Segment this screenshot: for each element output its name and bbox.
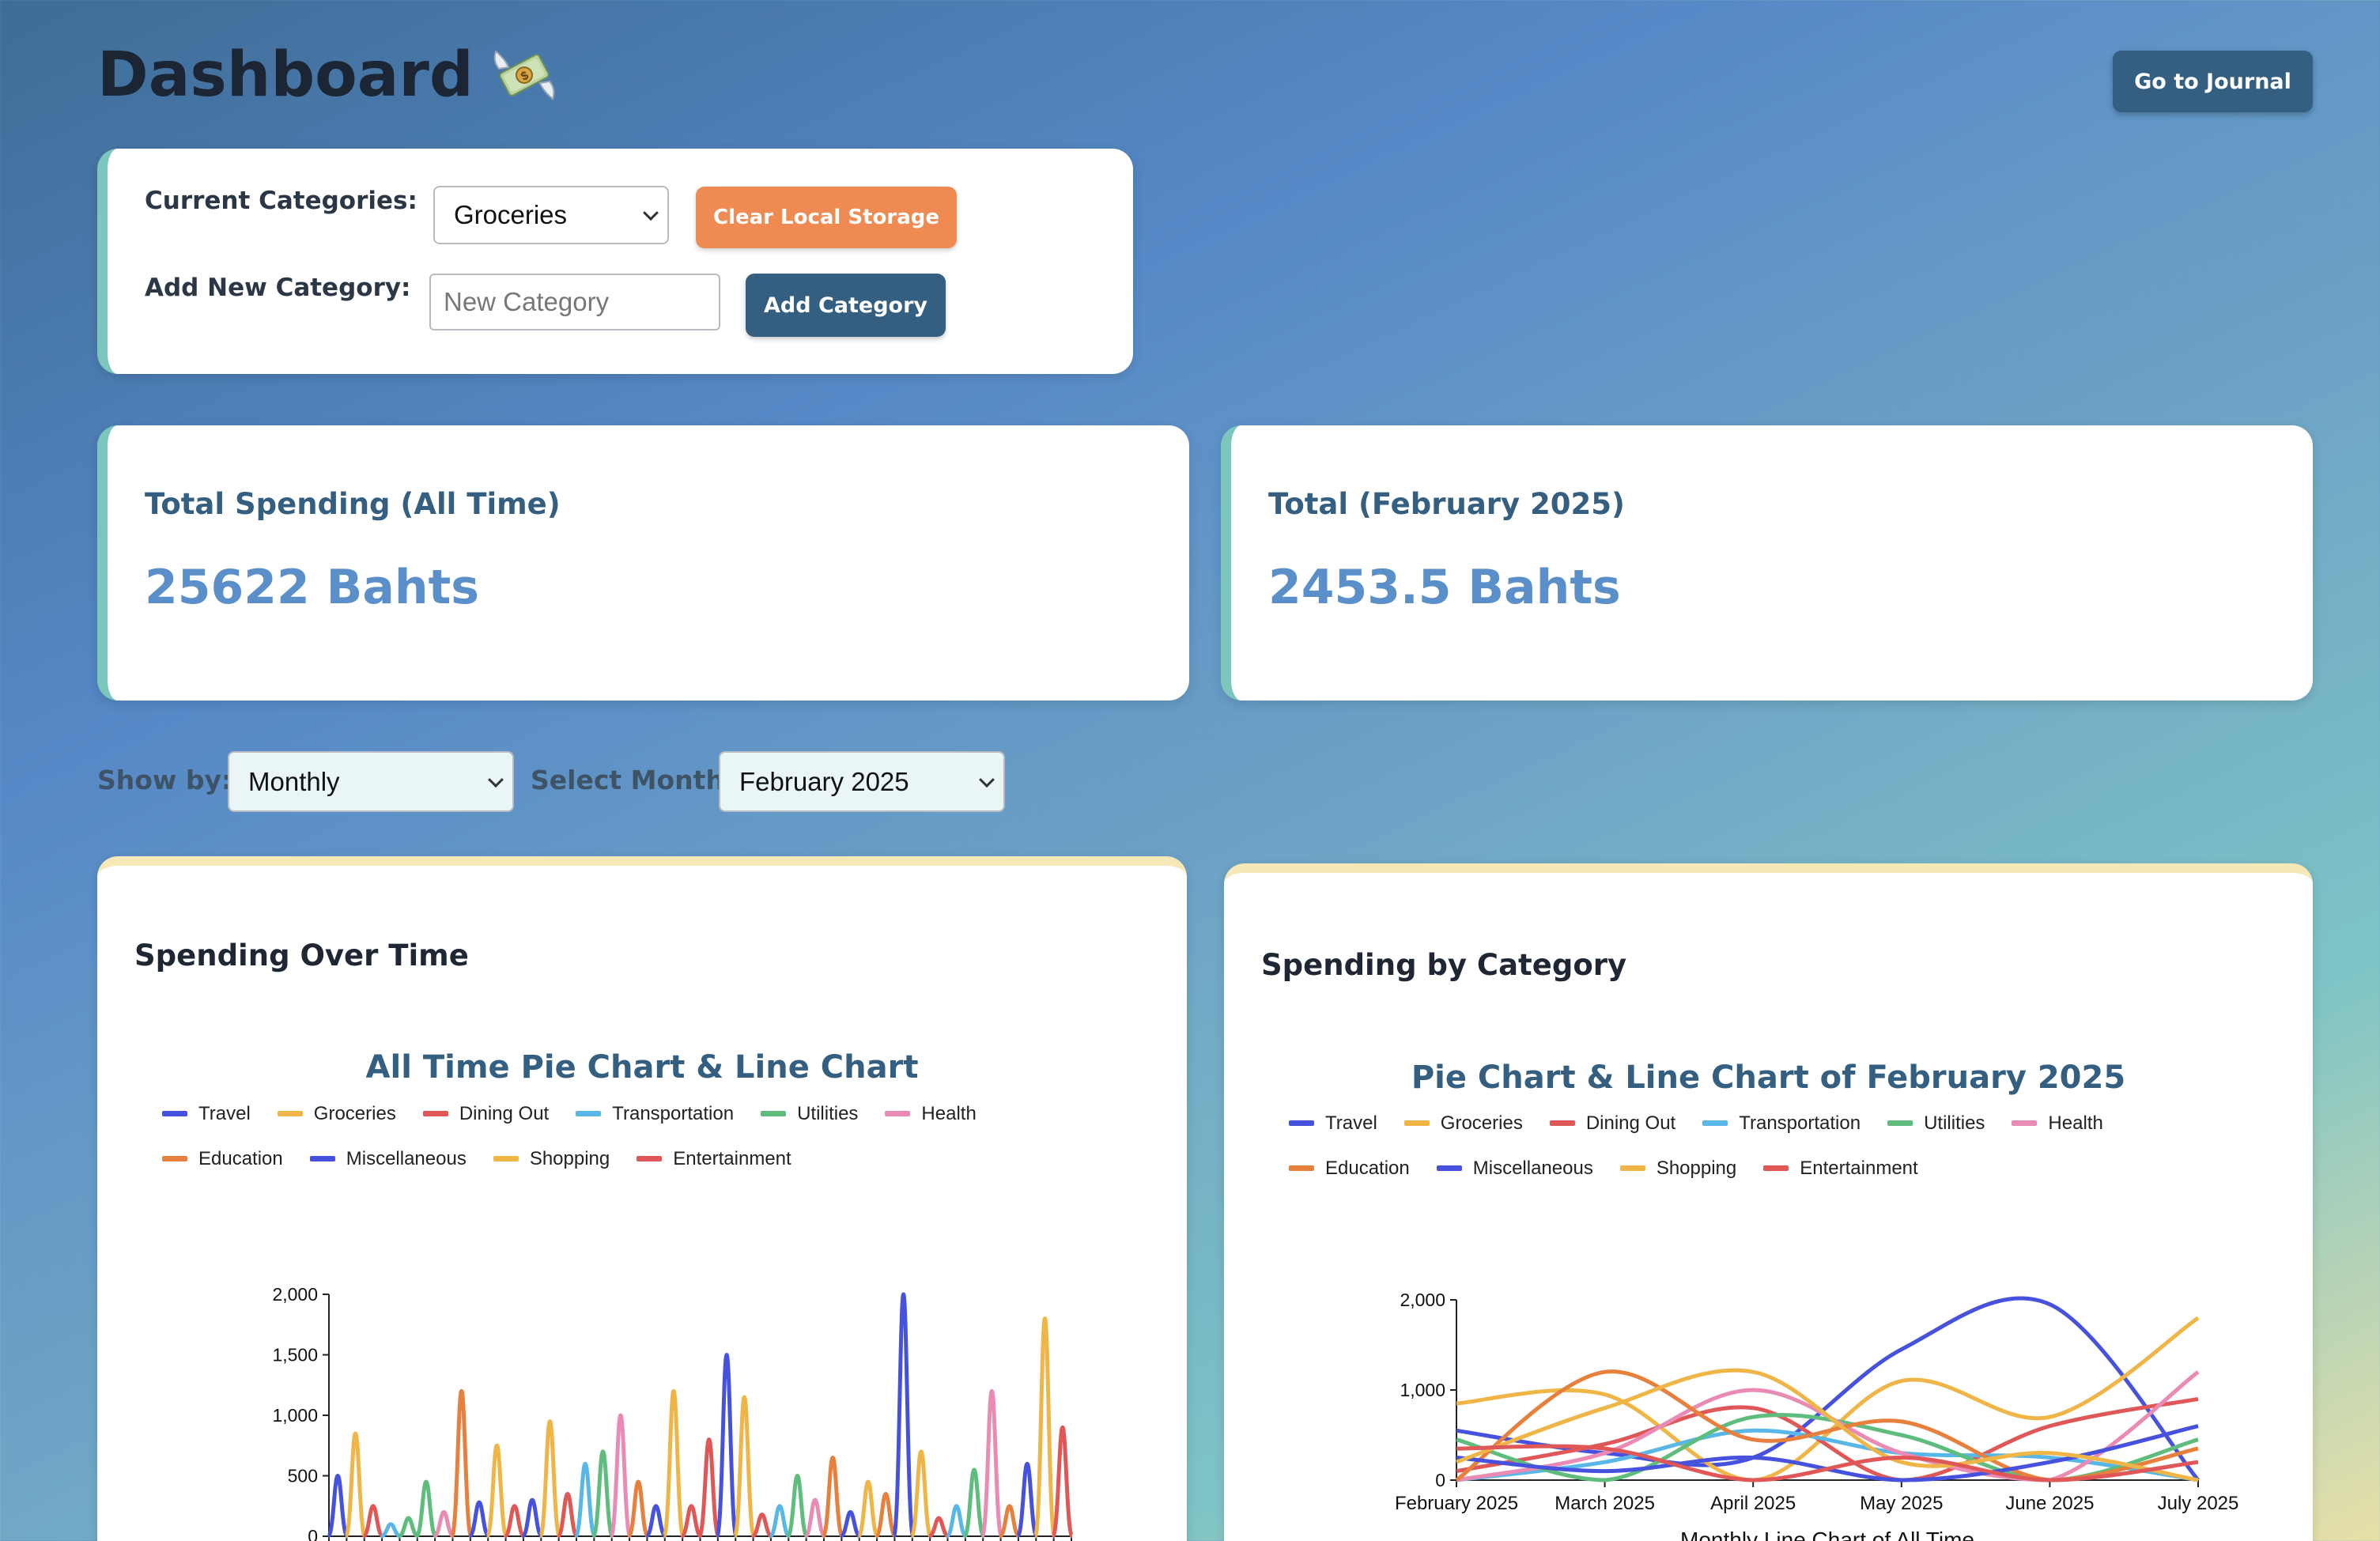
series-spike <box>380 1522 402 1539</box>
series-spike <box>626 1479 651 1539</box>
series-spike <box>980 1388 1004 1539</box>
chevron-down-icon <box>643 205 659 221</box>
series-spike <box>343 1431 368 1539</box>
series-spike <box>874 1491 898 1539</box>
total-month-value: 2453.5 Bahts <box>1268 560 1621 615</box>
x-tick-label: July 2025 <box>2158 1493 2239 1514</box>
y-tick-label: 0 <box>308 1526 318 1541</box>
series-spike <box>556 1491 580 1539</box>
series-spike <box>662 1388 686 1539</box>
total-all-time-label: Total Spending (All Time) <box>145 487 561 521</box>
total-month-label: Total (February 2025) <box>1268 487 1625 521</box>
add-category-label: Add New Category: <box>145 274 411 302</box>
category-select-value: Groceries <box>454 200 568 229</box>
y-tick-label: 500 <box>288 1466 318 1486</box>
series-spike <box>751 1512 773 1539</box>
select-month-value: February 2025 <box>739 766 909 796</box>
series-spike <box>644 1504 667 1539</box>
add-category-button[interactable]: Add Category <box>746 274 946 337</box>
series-spike <box>856 1479 880 1539</box>
series-spike <box>891 1292 916 1539</box>
series-spike <box>504 1504 526 1539</box>
series-spike <box>697 1437 721 1539</box>
series-spike <box>803 1498 827 1539</box>
series-spike <box>821 1456 844 1539</box>
series-spike <box>485 1443 509 1539</box>
series-spike <box>609 1413 633 1539</box>
page-title-row: Dashboard $ <box>97 40 557 111</box>
series-spike <box>467 1500 491 1539</box>
y-tick-label: 1,000 <box>272 1405 318 1426</box>
series-spike <box>398 1516 419 1539</box>
spending-by-category-chart: 0 1,000 2,000 February 2025 March 2025 April … <box>1395 1290 2239 1541</box>
x-tick-label: February 2025 <box>1395 1493 1518 1514</box>
go-to-journal-button[interactable]: Go to Journal <box>2113 51 2313 112</box>
total-month-card: Total (February 2025) 2453.5 Bahts <box>1221 425 2313 701</box>
series-spike <box>732 1395 757 1539</box>
x-tick-label: March 2025 <box>1555 1493 1655 1514</box>
y-tick-label: 0 <box>1435 1470 1445 1490</box>
series-spike <box>449 1388 474 1539</box>
series-spike <box>945 1504 968 1539</box>
series-spike <box>326 1473 349 1539</box>
spending-over-time-chart: 0 500 1,000 1,500 2,000 <box>272 1284 1075 1541</box>
show-by-select[interactable]: Monthly <box>228 751 514 812</box>
series-spike <box>999 1504 1021 1539</box>
series-spike <box>928 1516 950 1539</box>
page-title: Dashboard <box>97 40 474 111</box>
y-tick-label: 1,000 <box>1400 1380 1445 1400</box>
x-axis-label: Monthly Line Chart of All Time <box>1680 1528 1974 1541</box>
current-categories-label: Current Categories: <box>145 187 417 215</box>
series-spike <box>769 1504 791 1539</box>
x-tick-label: May 2025 <box>1860 1493 1943 1514</box>
y-tick-label: 1,500 <box>272 1345 318 1365</box>
series-spike <box>680 1504 703 1539</box>
x-tick-label: April 2025 <box>1710 1493 1796 1514</box>
total-all-time-card: Total Spending (All Time) 25622 Bahts <box>97 425 1189 701</box>
new-category-input[interactable] <box>429 274 720 330</box>
x-tick-label: June 2025 <box>2005 1493 2094 1514</box>
category-select[interactable]: Groceries <box>433 186 669 244</box>
select-month-label: Select Month: <box>531 765 735 795</box>
series-spike <box>1015 1461 1039 1539</box>
money-with-wings-icon: $ <box>491 45 557 105</box>
clear-local-storage-button[interactable]: Clear Local Storage <box>696 187 957 248</box>
series-spike <box>962 1467 986 1539</box>
select-month-select[interactable]: February 2025 <box>719 751 1005 812</box>
series-spike <box>433 1509 455 1539</box>
series-spike <box>1033 1316 1057 1539</box>
series-spike <box>591 1449 615 1539</box>
series-spike <box>520 1498 544 1539</box>
spending-over-time-card: Spending Over Time All Time Pie Chart & … <box>97 856 1187 1541</box>
series-spike <box>414 1479 438 1539</box>
show-by-label: Show by: <box>97 765 232 795</box>
chevron-down-icon <box>979 771 995 787</box>
show-by-value: Monthly <box>248 766 340 796</box>
total-all-time-value: 25622 Bahts <box>145 560 479 615</box>
series-spike <box>573 1461 597 1539</box>
categories-card: Current Categories: Groceries Clear Loca… <box>97 149 1133 374</box>
y-tick-label: 2,000 <box>1400 1290 1445 1310</box>
series-spike <box>362 1504 384 1539</box>
spending-by-category-card: Spending by Category Pie Chart & Line Ch… <box>1224 863 2313 1541</box>
series-spike <box>785 1473 810 1539</box>
series-spike <box>538 1419 562 1539</box>
series-spike <box>715 1352 739 1539</box>
chevron-down-icon <box>488 771 504 787</box>
series-spike <box>909 1449 933 1539</box>
series-spike <box>1051 1425 1075 1539</box>
series-spike <box>840 1509 862 1539</box>
y-tick-label: 2,000 <box>272 1284 318 1305</box>
